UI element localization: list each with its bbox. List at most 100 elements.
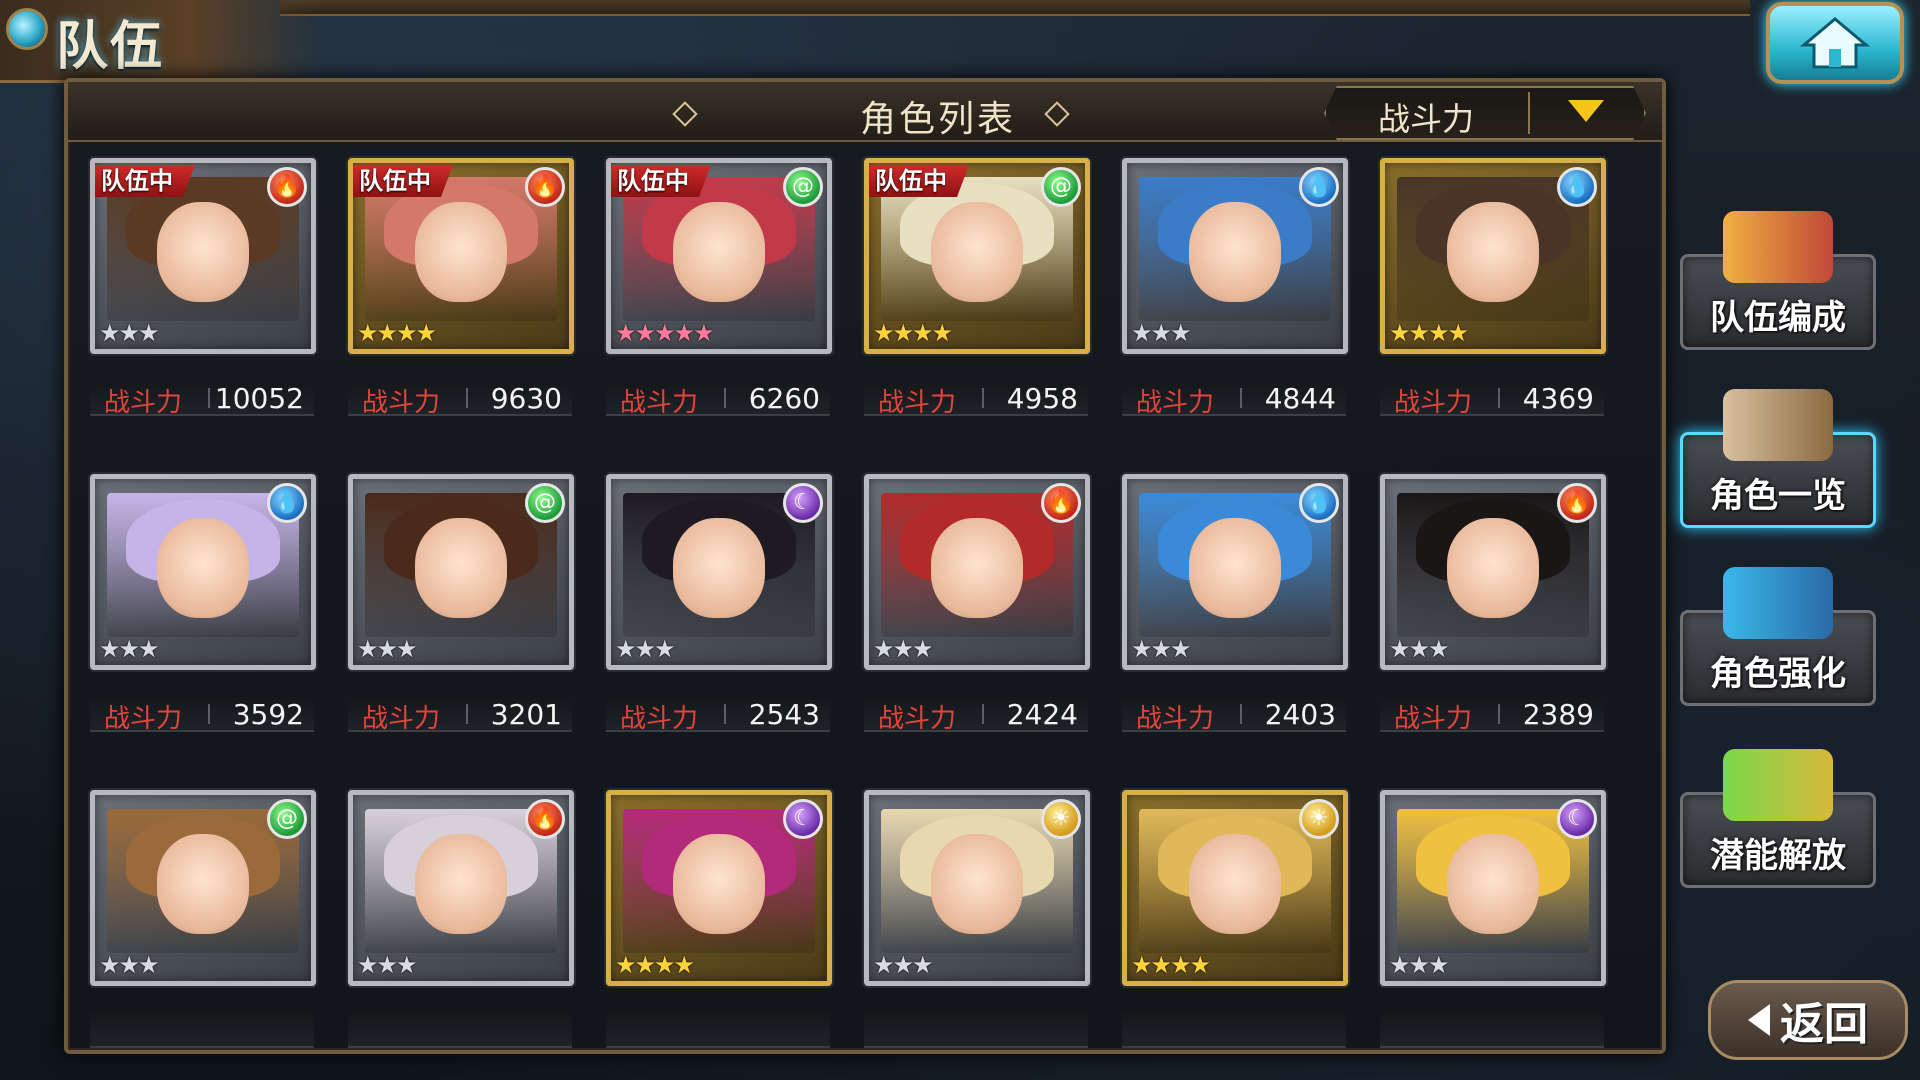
dark-element-icon: ☾ <box>783 799 823 839</box>
character-card[interactable]: 🔥 ★★★ <box>864 474 1090 670</box>
portrait-face <box>1189 517 1281 618</box>
character-card[interactable]: 队伍中 @ ★★★★ <box>864 158 1090 354</box>
dark-element-icon: ☾ <box>783 483 823 523</box>
power-row: 战斗力 2403 <box>1122 696 1346 734</box>
back-button[interactable]: 返回 <box>1708 980 1908 1060</box>
in-team-badge: 队伍中 <box>353 165 453 197</box>
character-card[interactable]: 🔥 ★★★ <box>1380 474 1606 670</box>
power-value: 9630 <box>490 382 562 415</box>
power-label: 战斗力 <box>878 704 957 734</box>
menu-label: 角色强化 <box>1710 654 1846 694</box>
water-element-icon: 💧 <box>1299 167 1339 207</box>
rarity-stars: ★★★ <box>357 635 418 663</box>
rarity-stars: ★★★★ <box>1131 951 1211 979</box>
portrait-face <box>931 833 1023 934</box>
back-arrow-icon <box>1748 1004 1770 1036</box>
rarity-stars: ★★★★ <box>357 319 437 347</box>
portrait-face <box>1189 201 1281 302</box>
portrait-face <box>1189 833 1281 934</box>
dark-element-icon: ☾ <box>1557 799 1597 839</box>
rarity-stars: ★★★ <box>1131 635 1192 663</box>
power-value: 2543 <box>748 698 820 731</box>
wind-element-icon: @ <box>525 483 565 523</box>
home-icon <box>1800 17 1870 69</box>
power-value: 6260 <box>748 382 820 415</box>
power-label: 战斗力 <box>620 388 699 418</box>
sort-divider <box>1528 92 1530 134</box>
in-team-badge: 队伍中 <box>95 165 195 197</box>
power-value: 4844 <box>1264 382 1336 415</box>
character-card[interactable]: 💧 ★★★ <box>90 474 316 670</box>
character-list-panel: 角色列表 战斗力 队伍中 🔥 ★★★ 战斗力 10052 队伍中 🔥 ★★★★ 战斗力 9630 队… <box>64 78 1666 1054</box>
character-card[interactable]: 队伍中 🔥 ★★★★ <box>348 158 574 354</box>
character-card[interactable]: 💧 ★★★ <box>1122 158 1348 354</box>
portrait-face <box>415 833 507 934</box>
wind-element-icon: @ <box>783 167 823 207</box>
character-card[interactable]: 💧 ★★★★ <box>1380 158 1606 354</box>
character-enhance-button[interactable]: 角色强化 <box>1680 567 1876 706</box>
home-button[interactable] <box>1766 2 1904 84</box>
portrait-face <box>673 517 765 618</box>
power-row: 战斗力 2389 <box>1380 696 1604 734</box>
power-value: 3201 <box>490 698 562 731</box>
character-card[interactable]: @ ★★★ <box>348 474 574 670</box>
portrait-face <box>1447 833 1539 934</box>
dropdown-arrow-icon[interactable] <box>1568 100 1604 122</box>
character-card[interactable]: ☾ ★★★ <box>1380 790 1606 986</box>
power-label: 战斗力 <box>362 704 441 734</box>
power-separator <box>982 704 984 724</box>
fire-element-icon: 🔥 <box>1557 483 1597 523</box>
rarity-stars: ★★★★ <box>615 951 695 979</box>
power-separator <box>724 704 726 724</box>
character-card[interactable]: ☀ ★★★ <box>864 790 1090 986</box>
power-value: 10052 <box>214 382 304 415</box>
power-label: 战斗力 <box>1394 388 1473 418</box>
back-button-label: 返回 <box>1780 999 1868 1050</box>
character-card[interactable]: @ ★★★ <box>90 790 316 986</box>
rarity-stars: ★★★ <box>1131 319 1192 347</box>
character-card[interactable]: 队伍中 🔥 ★★★ <box>90 158 316 354</box>
diamond-ornament-icon <box>672 101 698 127</box>
power-row <box>348 1012 572 1048</box>
power-value: 2389 <box>1522 698 1594 731</box>
power-separator <box>1498 704 1500 724</box>
rarity-stars: ★★★ <box>357 951 418 979</box>
power-separator <box>1498 388 1500 408</box>
portrait-face <box>673 833 765 934</box>
rarity-stars: ★★★ <box>99 319 160 347</box>
power-separator <box>208 704 210 724</box>
in-team-badge: 队伍中 <box>611 165 711 197</box>
power-row <box>1122 1012 1346 1048</box>
character-list-button[interactable]: 角色一览 <box>1680 389 1876 528</box>
power-label: 战斗力 <box>1394 704 1473 734</box>
character-card[interactable]: 💧 ★★★ <box>1122 474 1348 670</box>
character-card[interactable]: ☾ ★★★ <box>606 474 832 670</box>
fire-element-icon: 🔥 <box>525 799 565 839</box>
menu-art-icon <box>1723 749 1833 821</box>
power-separator <box>1240 388 1242 408</box>
power-separator <box>466 704 468 724</box>
team-formation-button[interactable]: 队伍编成 <box>1680 211 1876 350</box>
water-element-icon: 💧 <box>1299 483 1339 523</box>
power-row: 战斗力 4958 <box>864 380 1088 418</box>
fire-element-icon: 🔥 <box>1041 483 1081 523</box>
rarity-stars: ★★★★ <box>1389 319 1469 347</box>
character-card[interactable]: ☀ ★★★★ <box>1122 790 1348 986</box>
screen-title-plate: 队伍 <box>0 0 320 83</box>
portrait-face <box>1447 201 1539 302</box>
panel-title: 角色列表 <box>859 99 1016 140</box>
menu-label: 潜能解放 <box>1710 836 1846 876</box>
power-row: 战斗力 6260 <box>606 380 830 418</box>
power-label: 战斗力 <box>878 388 957 418</box>
power-value: 4369 <box>1522 382 1594 415</box>
power-value: 2403 <box>1264 698 1336 731</box>
character-card[interactable]: 🔥 ★★★ <box>348 790 574 986</box>
power-row: 战斗力 9630 <box>348 380 572 418</box>
menu-art-icon <box>1723 567 1833 639</box>
water-element-icon: 💧 <box>1557 167 1597 207</box>
potential-unlock-button[interactable]: 潜能解放 <box>1680 749 1876 888</box>
sort-dropdown[interactable]: 战斗力 <box>1324 86 1646 140</box>
character-card[interactable]: ☾ ★★★★ <box>606 790 832 986</box>
orb-icon <box>6 8 48 50</box>
character-card[interactable]: 队伍中 @ ★★★★★ <box>606 158 832 354</box>
